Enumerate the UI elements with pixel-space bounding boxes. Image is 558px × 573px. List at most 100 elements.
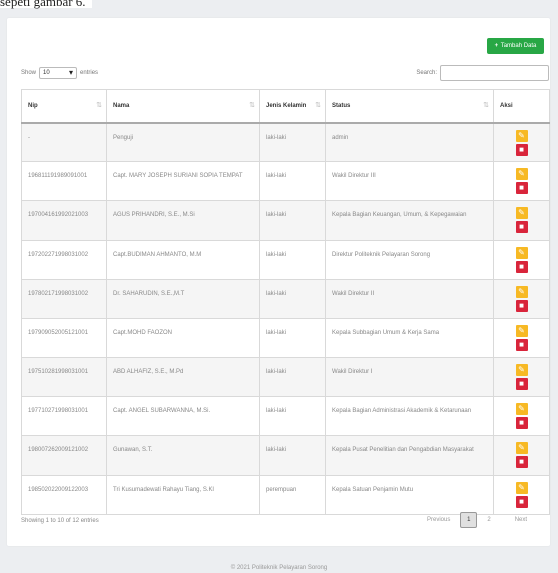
cell-jk: laki-laki — [259, 239, 326, 280]
entries-length-control: Show 10 ▾ entries — [21, 66, 98, 80]
delete-button[interactable]: ■ — [515, 144, 528, 156]
table-info: Showing 1 to 10 of 12 entries — [21, 518, 99, 524]
table-row: 197710271998031001 Capt. ANGEL SUBARWANNA… — [21, 395, 550, 436]
cell-nip: - — [21, 122, 107, 162]
trash-icon: ■ — [519, 378, 524, 388]
cell-nip: 198007262009121002 — [21, 434, 107, 476]
pencil-icon: ✎ — [518, 364, 525, 374]
pencil-icon: ✎ — [518, 207, 525, 217]
cell-nama: Capt.BUDIMAN AHMANTO, M.M — [106, 239, 260, 280]
edit-button[interactable]: ✎ — [515, 167, 528, 180]
edit-button[interactable]: ✎ — [515, 246, 528, 259]
pencil-icon: ✎ — [518, 247, 525, 257]
column-header-jenis-kelamin[interactable]: Jenis Kelamin ⇅ — [259, 89, 326, 124]
edit-button[interactable]: ✎ — [515, 130, 528, 142]
footer-copyright: © 2021 Politeknik Pelayaran Sorong — [230, 565, 328, 571]
pagination-page-2[interactable]: 2 — [487, 517, 490, 523]
cell-aksi: ✎ ■ — [493, 278, 550, 319]
cell-nip: 197202271998031002 — [21, 239, 107, 280]
cell-nama: Capt.MOHD FAOZON — [106, 317, 260, 358]
table-row: 197909052005121001 Capt.MOHD FAOZON laki-l… — [21, 317, 550, 358]
edit-button[interactable]: ✎ — [515, 402, 528, 415]
cell-status: Direktur Politeknik Pelayaran Sorong — [325, 239, 494, 280]
delete-button[interactable]: ■ — [515, 377, 528, 390]
cell-nama: ABD ALHAFIZ, S.E., M.Pd — [106, 356, 260, 397]
cell-jk: laki-laki — [259, 122, 326, 162]
cell-aksi: ✎ ■ — [493, 122, 550, 162]
delete-button[interactable]: ■ — [515, 260, 528, 273]
cell-jk: laki-laki — [259, 395, 326, 436]
cell-aksi: ✎ ■ — [493, 474, 550, 515]
edit-button[interactable]: ✎ — [515, 324, 528, 337]
length-value: 10 — [43, 70, 50, 76]
column-header-nip[interactable]: Nip ⇅ — [21, 89, 107, 124]
pagination-next[interactable]: Next — [515, 517, 527, 523]
cell-status: Kepala Bagian Keuangan, Umum, & Kepegawa… — [325, 199, 494, 241]
table-row: 198007262009121002 Gunawan, S.T. laki-laki… — [21, 434, 550, 476]
cell-aksi: ✎ ■ — [493, 317, 550, 358]
cell-jk: laki-laki — [259, 317, 326, 358]
edit-button[interactable]: ✎ — [515, 206, 528, 219]
table-row: 197202271998031002 Capt.BUDIMAN AHMANTO, … — [21, 239, 550, 280]
trash-icon: ■ — [519, 261, 524, 271]
edit-button[interactable]: ✎ — [515, 481, 528, 494]
delete-button[interactable]: ■ — [515, 495, 528, 508]
page-caption: sepeti gambar 6. — [0, 0, 92, 9]
cell-status: Kepala Bagian Administrasi Akademik & Ke… — [325, 395, 494, 436]
trash-icon: ■ — [519, 182, 524, 192]
cell-status: Kepala Satuan Penjamin Mutu — [325, 474, 494, 515]
delete-button[interactable]: ■ — [515, 416, 528, 429]
trash-icon: ■ — [519, 496, 524, 506]
delete-button[interactable]: ■ — [515, 220, 528, 233]
pencil-icon: ✎ — [518, 403, 525, 413]
cell-nip: 197710271998031001 — [21, 395, 107, 436]
cell-aksi: ✎ ■ — [493, 199, 550, 241]
data-table: Nip ⇅ Nama ⇅ Jenis Kelamin ⇅ Status ⇅ Aksi -… — [21, 89, 550, 515]
cell-nama: Gunawan, S.T. — [106, 434, 260, 476]
sort-icon: ⇅ — [483, 102, 489, 109]
table-header-row: Nip ⇅ Nama ⇅ Jenis Kelamin ⇅ Status ⇅ Aksi — [21, 89, 550, 124]
trash-icon: ■ — [519, 300, 524, 310]
trash-icon: ■ — [519, 339, 524, 349]
sort-icon: ⇅ — [96, 102, 102, 109]
edit-button[interactable]: ✎ — [515, 285, 528, 298]
delete-button[interactable]: ■ — [515, 181, 528, 194]
column-header-status[interactable]: Status ⇅ — [325, 89, 494, 124]
cell-nip: 197802171998031002 — [21, 278, 107, 319]
add-data-button[interactable]: + Tambah Data — [487, 38, 544, 54]
cell-aksi: ✎ ■ — [493, 434, 550, 476]
trash-icon: ■ — [519, 145, 524, 154]
pagination-page-current[interactable]: 1 — [460, 512, 478, 528]
cell-nama: Dr. SAHARUDIN, S.E.,M.T — [106, 278, 260, 319]
delete-button[interactable]: ■ — [515, 299, 528, 312]
delete-button[interactable]: ■ — [515, 455, 528, 468]
cell-jk: perempuan — [259, 474, 326, 515]
search-input[interactable] — [440, 65, 549, 81]
cell-jk: laki-laki — [259, 278, 326, 319]
plus-icon: + — [494, 43, 499, 49]
table-row: 197004161992021003 AGUS PRIHANDRI, S.E., … — [21, 199, 550, 241]
edit-button[interactable]: ✎ — [515, 363, 528, 376]
delete-button[interactable]: ■ — [515, 338, 528, 351]
search-control: Search: — [416, 65, 549, 81]
cell-nip: 198502022009122003 — [21, 474, 107, 515]
trash-icon: ■ — [519, 456, 524, 466]
table-row: 196811191989091001 Capt. MARY JOSEPH SURI… — [21, 160, 550, 201]
entries-length-select[interactable]: 10 ▾ — [39, 67, 78, 79]
sort-icon: ⇅ — [249, 102, 255, 109]
length-suffix: entries — [80, 70, 99, 76]
column-header-nama[interactable]: Nama ⇅ — [106, 89, 260, 124]
pagination-previous[interactable]: Previous — [427, 517, 450, 523]
cell-status: admin — [325, 122, 494, 162]
cell-jk: laki-laki — [259, 434, 326, 476]
cell-nip: 196811191989091001 — [21, 160, 107, 201]
cell-nama: Capt. MARY JOSEPH SURIANI SOPIA TEMPAT — [106, 160, 260, 201]
trash-icon: ■ — [519, 221, 524, 231]
cell-status: Wakil Direktur I — [325, 356, 494, 397]
cell-nip: 197909052005121001 — [21, 317, 107, 358]
cell-nama: Tri Kusumadewati Rahayu Tiang, S.Kl — [106, 474, 260, 515]
table-row: 197802171998031002 Dr. SAHARUDIN, S.E.,M.… — [21, 278, 550, 319]
column-header-aksi: Aksi — [493, 89, 550, 124]
edit-button[interactable]: ✎ — [515, 441, 528, 454]
cell-nama: Penguji — [106, 122, 260, 162]
